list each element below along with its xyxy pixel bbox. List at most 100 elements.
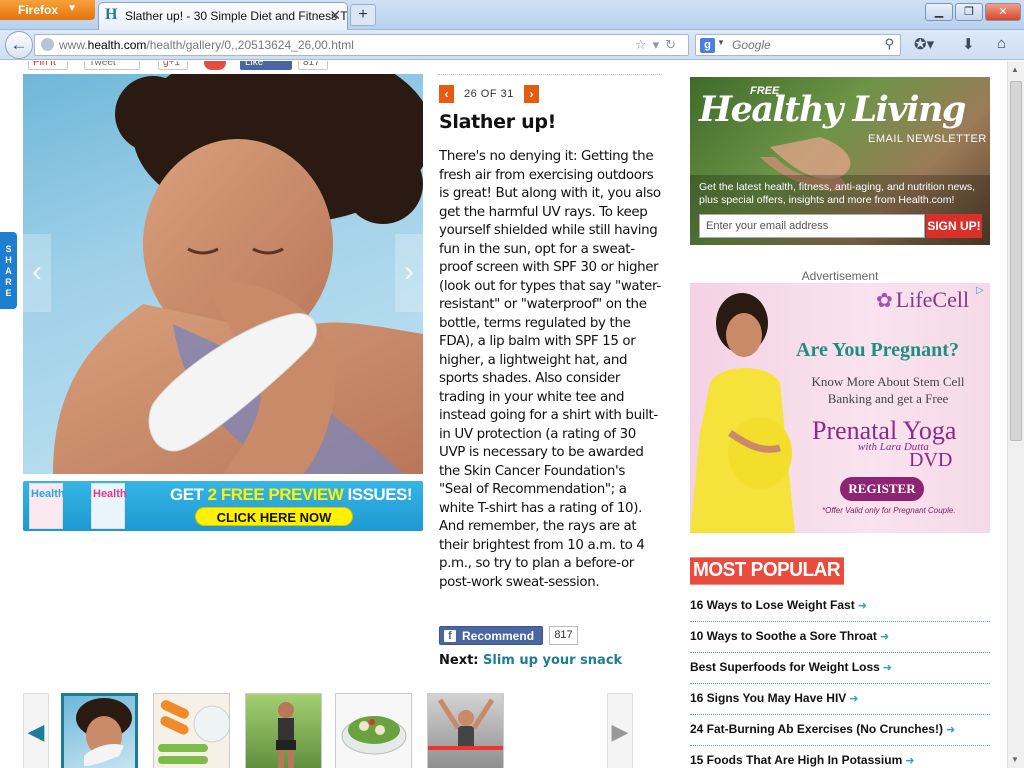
chevron-down-icon: ▼	[67, 3, 77, 14]
newsletter-signup-button[interactable]: SIGN UP!	[926, 214, 982, 238]
vertical-scrollbar[interactable]: ▲ ▼	[1007, 61, 1024, 768]
popular-item-link[interactable]: 15 Foods That Are High In Potassium	[690, 753, 902, 767]
web-page: Pin It Tweet g+1 Like 817 SHARE ‹ › Heal…	[0, 61, 1007, 768]
magazine-cover-1: Health	[29, 483, 65, 529]
home-icon[interactable]: ⌂	[997, 35, 1006, 52]
newsletter-signup-box: FREE Healthy Living EMAIL NEWSLETTER Get…	[690, 77, 990, 245]
thumbs-prev-arrow[interactable]: ◀	[23, 693, 49, 768]
slide-body-text: There's no denying it: Getting the fresh…	[439, 149, 661, 590]
photo-prev-arrow[interactable]: ‹	[23, 234, 51, 312]
popular-item-link[interactable]: 10 Ways to Soothe a Sore Throat	[690, 629, 877, 643]
popular-item-link[interactable]: 16 Signs You May Have HIV	[690, 691, 846, 705]
tweet-button[interactable]: Tweet	[84, 61, 140, 70]
arrow-right-icon: ➜	[857, 600, 867, 612]
bookmarks-menu-icon[interactable]: ✪▾	[914, 35, 934, 53]
promo-text-part: GET	[170, 485, 208, 504]
newsletter-description: Get the latest health, fitness, anti-agi…	[699, 181, 976, 206]
share-tab-label: SHARE	[5, 244, 12, 298]
google-plus-button[interactable]: g+1	[158, 61, 188, 70]
popular-item[interactable]: 15 Foods That Are High In Potassium ➜	[690, 746, 990, 768]
magazine-logo: Health	[93, 488, 127, 500]
promo-cta-button[interactable]: CLICK HERE NOW	[195, 507, 353, 526]
magazine-promo-banner[interactable]: Health Health GET 2 FREE PREVIEW ISSUES!…	[23, 481, 423, 531]
gallery-prev-button[interactable]: ‹	[439, 85, 454, 103]
share-side-tab[interactable]: SHARE	[0, 232, 17, 309]
globe-icon	[41, 38, 54, 51]
url-prefix: www.	[59, 38, 88, 52]
back-button[interactable]: ←	[5, 31, 33, 59]
photo-next-arrow[interactable]: ›	[395, 234, 423, 312]
divider	[438, 74, 660, 75]
popular-item-link[interactable]: 16 Ways to Lose Weight Fast	[690, 598, 855, 612]
scroll-down-arrow-icon[interactable]: ▼	[1011, 755, 1019, 764]
slide-counter: 26 OF 31	[464, 88, 514, 100]
popular-item[interactable]: 24 Fat-Burning Ab Exercises (No Crunches…	[690, 715, 990, 746]
recommend-label: Recommend	[462, 629, 535, 643]
thumbnail-sunscreen[interactable]	[61, 693, 138, 768]
facebook-like-button[interactable]: Like	[240, 61, 292, 70]
ad-offer-note: *Offer Valid only for Pregnant Couple.	[822, 506, 956, 515]
facebook-recommend-button[interactable]: f Recommend	[439, 626, 543, 645]
scroll-up-arrow-icon[interactable]: ▲	[1011, 65, 1019, 74]
engine-dropdown-icon[interactable]: ▼	[717, 38, 725, 47]
navigation-toolbar: ← www.health.com/health/gallery/0,,20513…	[0, 30, 1024, 60]
popular-item[interactable]: 16 Ways to Lose Weight Fast ➜	[690, 591, 990, 622]
close-window-button[interactable]: ✕	[985, 3, 1021, 21]
advertisement-label: Advertisement	[801, 269, 879, 283]
scrollbar-thumb[interactable]	[1010, 81, 1022, 441]
thumbs-next-arrow[interactable]: ▶	[607, 693, 633, 768]
thumbnail-strip: ◀ ▶	[23, 691, 635, 768]
arrow-right-icon: ➜	[882, 662, 893, 674]
newsletter-subtitle: EMAIL NEWSLETTER	[868, 133, 987, 145]
browser-tab[interactable]: H Slather up! - 30 Simple Diet and Fitne…	[98, 2, 348, 30]
thumbnail-running[interactable]	[245, 693, 322, 768]
most-popular-list: 16 Ways to Lose Weight Fast ➜ 10 Ways to …	[690, 591, 990, 768]
pregnant-woman-illustration	[690, 293, 795, 533]
gallery-next-button[interactable]: ›	[524, 85, 539, 103]
next-slide-link[interactable]: Slim up your snack	[483, 653, 622, 668]
new-tab-button[interactable]: +	[350, 4, 376, 26]
downloads-icon[interactable]: ⬇	[962, 35, 975, 53]
promo-headline: GET 2 FREE PREVIEW ISSUES!	[170, 485, 413, 505]
arrow-right-icon: ➜	[945, 724, 956, 736]
slide-title: Slather up!	[439, 111, 556, 133]
promo-text-part: ISSUES!	[343, 485, 413, 504]
lifecell-advertisement[interactable]: ▷ ✿ LifeCell Are You Pregnant? Know More …	[690, 283, 990, 533]
thumbnail-finish-line[interactable]	[427, 693, 504, 768]
url-domain: health.com	[87, 38, 147, 52]
firefox-menu-label: Firefox	[18, 3, 59, 17]
search-bar[interactable]: g ▼ Google ⚲	[695, 34, 901, 56]
newsletter-title: Healthy Living	[699, 89, 966, 130]
pinterest-button[interactable]: Pin It	[28, 61, 68, 70]
address-bar[interactable]: www.health.com/health/gallery/0,,2051362…	[34, 34, 689, 56]
thumbnail-sunscreen-image	[76, 698, 132, 766]
popular-item-link[interactable]: 24 Fat-Burning Ab Exercises (No Crunches…	[690, 722, 943, 736]
thumbnail-salad[interactable]	[335, 693, 412, 768]
magazine-logo: Health	[31, 488, 65, 500]
popular-item[interactable]: Best Superfoods for Weight Loss ➜	[690, 653, 990, 684]
close-tab-icon[interactable]: ✕	[329, 7, 341, 24]
arrow-right-icon: ➜	[849, 693, 859, 705]
restore-window-button[interactable]: ❐	[955, 3, 983, 21]
search-icon[interactable]: ⚲	[884, 36, 894, 52]
popular-item-link[interactable]: Best Superfoods for Weight Loss	[690, 660, 880, 674]
like-count: 817	[298, 61, 328, 70]
ad-register-button[interactable]: REGISTER	[840, 477, 924, 501]
google-engine-icon[interactable]: g	[700, 38, 715, 53]
ad-format: DVD	[909, 449, 953, 471]
browser-titlebar: Firefox ▼ H Slather up! - 30 Simple Diet…	[0, 0, 1024, 30]
next-slide-line: Next: Slim up your snack	[439, 653, 622, 668]
popular-item[interactable]: 16 Signs You May Have HIV ➜	[690, 684, 990, 715]
newsletter-email-input[interactable]: Enter your email address	[699, 214, 925, 238]
ad-choices-icon[interactable]: ▷	[976, 285, 987, 296]
recommend-count: 817	[549, 626, 578, 645]
stumble-button[interactable]	[204, 61, 226, 70]
firefox-menu-button[interactable]: Firefox ▼	[0, 0, 95, 20]
tab-title: Slather up! - 30 Simple Diet and Fitness…	[125, 9, 348, 23]
minimize-window-button[interactable]: ▁	[925, 3, 953, 21]
ad-brand-logo: ✿ LifeCell	[876, 287, 969, 313]
popular-item[interactable]: 10 Ways to Soothe a Sore Throat ➜	[690, 622, 990, 653]
bookmark-star-icon[interactable]: ☆▾↻	[635, 37, 682, 53]
thumbnail-snack[interactable]	[153, 693, 230, 768]
thumbnail-running-image	[276, 702, 296, 768]
